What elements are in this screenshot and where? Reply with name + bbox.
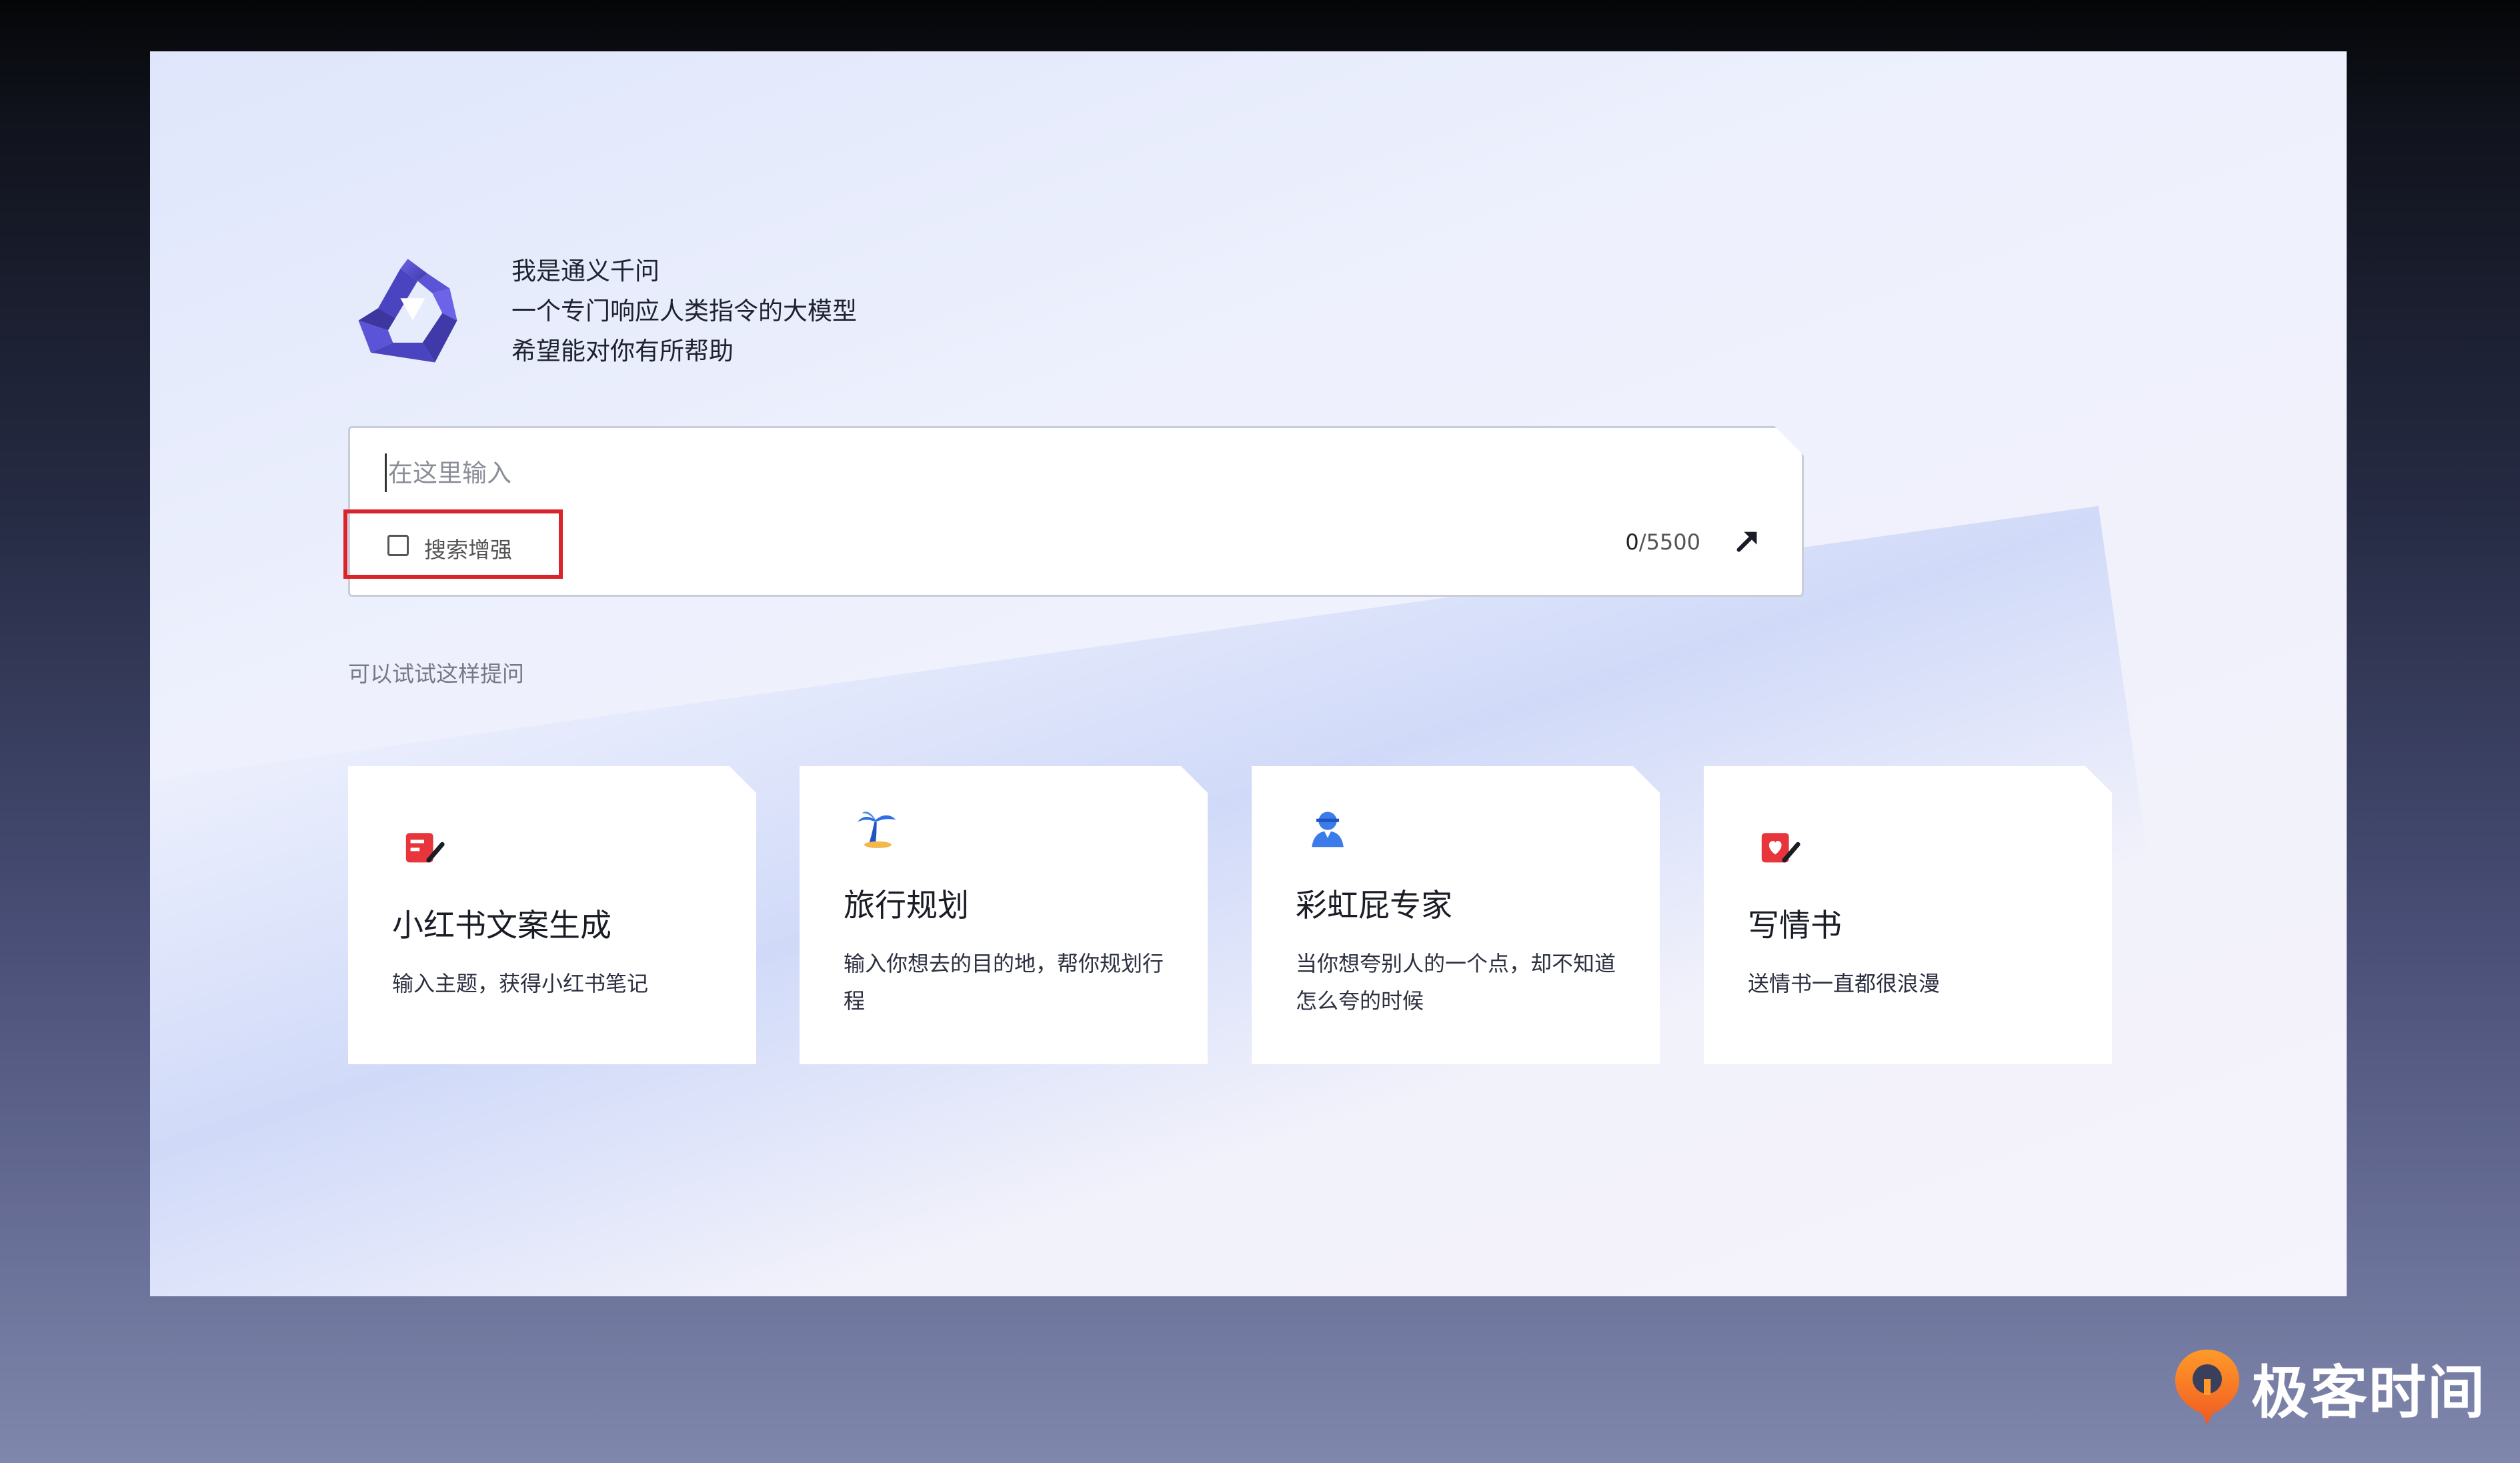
card-title: 彩虹屁专家	[1296, 888, 1452, 924]
suggestion-hint: 可以试试这样提问	[348, 661, 524, 687]
chat-input-card: 0/5500	[348, 426, 1804, 597]
intro-text: 我是通义千问 一个专门响应人类指令的大模型 希望能对你有所帮助	[511, 251, 857, 371]
palm-tree-icon	[853, 806, 898, 852]
app-window: 我是通义千问 一个专门响应人类指令的大模型 希望能对你有所帮助 0/5500 搜…	[150, 51, 2347, 1296]
suggestion-card-travel[interactable]: 旅行规划 输入你想去的目的地，帮你规划行程	[800, 766, 1208, 1064]
red-note-icon	[401, 826, 447, 872]
char-limit: /5500	[1638, 529, 1700, 555]
card-title: 写情书	[1748, 908, 1842, 944]
card-title: 旅行规划	[844, 888, 969, 924]
chat-input[interactable]	[385, 453, 1656, 492]
tongyi-logo-icon	[358, 259, 457, 363]
card-desc: 当你想夸别人的一个点，却不知道怎么夸的时候	[1296, 951, 1616, 1014]
suggestion-card-xiaohongshu[interactable]: 小红书文案生成 输入主题，获得小红书笔记	[348, 766, 756, 1064]
brand-name: 极客时间	[2251, 1359, 2486, 1426]
suggestion-card-compliment[interactable]: 彩虹屁专家 当你想夸别人的一个点，却不知道怎么夸的时候	[1252, 766, 1660, 1064]
char-count: 0	[1625, 529, 1639, 555]
card-title: 小红书文案生成	[392, 908, 611, 944]
card-desc: 送情书一直都很浪漫	[1748, 971, 1941, 996]
char-counter: 0/5500	[1625, 529, 1700, 555]
send-arrow-icon[interactable]	[1732, 525, 1763, 556]
person-icon	[1305, 806, 1350, 852]
suggestion-card-love-letter[interactable]: 写情书 送情书一直都很浪漫	[1704, 766, 2112, 1064]
search-enhance-label: 搜索增强	[424, 537, 512, 563]
love-letter-icon	[1757, 826, 1802, 872]
brand-watermark: 极客时间	[2173, 1347, 2486, 1427]
intro-line-3: 希望能对你有所帮助	[511, 337, 734, 365]
card-desc: 输入主题，获得小红书笔记	[392, 971, 649, 996]
card-desc: 输入你想去的目的地，帮你规划行程	[844, 951, 1164, 1014]
intro-line-2: 一个专门响应人类指令的大模型	[511, 297, 857, 325]
search-enhance-checkbox[interactable]	[387, 535, 409, 556]
intro-line-1: 我是通义千问	[511, 257, 660, 285]
geektime-logo-icon	[2175, 1350, 2239, 1424]
search-enhance-toggle[interactable]: 搜索增强	[343, 509, 563, 579]
